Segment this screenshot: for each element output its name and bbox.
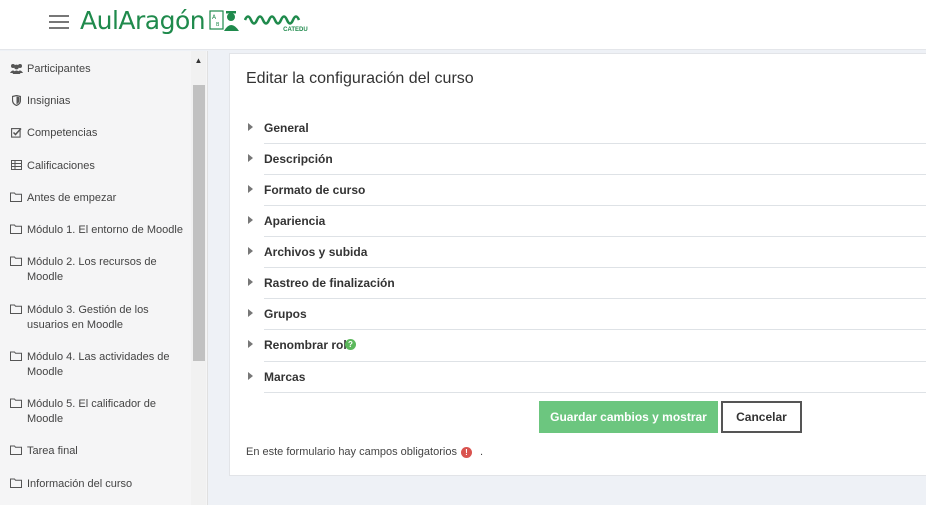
sidebar-item-modulo-5[interactable]: Módulo 5. El calificador de Moodle — [9, 397, 189, 427]
sidebar-item-participantes[interactable]: Participantes — [9, 62, 189, 77]
logo-badge-icon: A B — [209, 8, 241, 34]
sidebar-item-modulo-3[interactable]: Módulo 3. Gestión de los usuarios en Moo… — [9, 303, 189, 333]
section-archivos-y-subida[interactable]: Archivos y subida — [248, 237, 926, 268]
section-formato-de-curso[interactable]: Formato de curso — [248, 175, 926, 206]
svg-text:A: A — [212, 14, 217, 21]
sidebar-item-modulo-1[interactable]: Módulo 1. El entorno de Moodle — [9, 223, 189, 238]
caret-right-icon — [248, 123, 253, 131]
course-settings-form: Editar la configuración del curso Genera… — [229, 53, 926, 476]
shield-icon — [9, 94, 23, 109]
sidebar-item-modulo-2[interactable]: Módulo 2. Los recursos de Moodle — [9, 255, 189, 285]
caret-right-icon — [248, 185, 253, 193]
section-label: Marcas — [264, 370, 306, 384]
sidebar-item-label: Módulo 2. Los recursos de Moodle — [27, 256, 157, 283]
sidebar-item-label: Módulo 4. Las actividades de Moodle — [27, 351, 170, 378]
required-note-text: En este formulario hay campos obligatori… — [246, 446, 457, 458]
caret-right-icon — [248, 247, 253, 255]
sidebar-item-label: Participantes — [27, 63, 91, 75]
caret-right-icon — [248, 278, 253, 286]
required-exclamation-icon: ! — [460, 446, 472, 458]
section-label: Archivos y subida — [264, 245, 368, 259]
sidebar-item-label: Información del curso — [27, 478, 133, 490]
sidebar-item-label: Módulo 3. Gestión de los usuarios en Moo… — [27, 304, 149, 331]
sidebar-item-label: Módulo 5. El calificador de Moodle — [27, 398, 157, 425]
top-header: AulAragón A B CATEDU — [0, 0, 926, 50]
folder-icon — [9, 191, 23, 206]
folder-icon — [9, 255, 23, 285]
cancel-button[interactable]: Cancelar — [721, 401, 802, 433]
folder-icon — [9, 350, 23, 380]
section-marcas[interactable]: Marcas — [248, 362, 926, 393]
sidebar-item-competencias[interactable]: Competencias — [9, 126, 189, 141]
caret-right-icon — [248, 216, 253, 224]
scroll-up-arrow-icon[interactable]: ▲ — [191, 53, 206, 68]
sidebar-item-tarea-final[interactable]: Tarea final — [9, 444, 189, 459]
section-label: Rastreo de finalización — [264, 276, 395, 290]
section-general[interactable]: General — [248, 113, 926, 144]
caret-right-icon — [248, 309, 253, 317]
section-label: Descripción — [264, 152, 333, 166]
caret-right-icon — [248, 154, 253, 162]
section-descripcion[interactable]: Descripción — [248, 144, 926, 175]
required-note-suffix: . — [479, 446, 484, 458]
catedu-label: CATEDU — [283, 26, 308, 33]
save-and-display-button[interactable]: Guardar cambios y mostrar — [539, 401, 718, 433]
sidebar-item-informacion-del-curso[interactable]: Información del curso — [9, 477, 189, 492]
section-label: General — [264, 121, 309, 135]
sidebar-item-label: Tarea final — [27, 445, 78, 457]
users-icon — [9, 62, 23, 77]
sidebar-item-label: Calificaciones — [27, 160, 95, 172]
folder-icon — [9, 223, 23, 238]
folder-icon — [9, 397, 23, 427]
sidebar-item-modulo-4[interactable]: Módulo 4. Las actividades de Moodle — [9, 350, 189, 380]
page-title: Editar la configuración del curso — [246, 70, 474, 87]
section-rastreo-de-finalizacion[interactable]: Rastreo de finalización — [248, 268, 926, 299]
sidebar-item-label: Antes de empezar — [27, 192, 117, 204]
scrollbar-thumb[interactable] — [193, 85, 205, 361]
table-icon — [9, 159, 23, 174]
section-label: Grupos — [264, 307, 307, 321]
section-apariencia[interactable]: Apariencia — [248, 206, 926, 237]
sidebar-item-calificaciones[interactable]: Calificaciones — [9, 159, 189, 174]
checkbox-icon — [9, 126, 23, 141]
folder-icon — [9, 303, 23, 333]
section-grupos[interactable]: Grupos — [248, 299, 926, 330]
section-label: Apariencia — [264, 214, 326, 228]
sidebar-scrollbar[interactable]: ▲ — [191, 51, 206, 505]
site-logo[interactable]: AulAragón A B CATEDU — [80, 6, 308, 35]
svg-text:B: B — [216, 22, 220, 28]
section-label: Renombrar rol — [264, 338, 347, 352]
hamburger-icon[interactable] — [49, 14, 69, 30]
course-sidebar: Participantes Insignias Competencias Cal… — [0, 51, 208, 505]
sidebar-item-label: Competencias — [27, 127, 98, 139]
logo-text: AulAragón — [80, 6, 206, 35]
caret-right-icon — [248, 372, 253, 380]
help-question-icon[interactable]: ? — [345, 339, 356, 350]
folder-icon — [9, 477, 23, 492]
required-fields-note: En este formulario hay campos obligatori… — [246, 446, 483, 458]
section-label: Formato de curso — [264, 183, 366, 197]
caret-right-icon — [248, 340, 253, 348]
sidebar-item-label: Módulo 1. El entorno de Moodle — [27, 224, 183, 236]
catedu-wave-icon: CATEDU — [243, 8, 308, 34]
section-renombrar-rol[interactable]: Renombrar rol ? — [248, 330, 926, 362]
sidebar-item-label: Insignias — [27, 95, 71, 107]
sidebar-item-insignias[interactable]: Insignias — [9, 94, 189, 109]
sidebar-item-antes-de-empezar[interactable]: Antes de empezar — [9, 191, 189, 206]
folder-icon — [9, 444, 23, 459]
